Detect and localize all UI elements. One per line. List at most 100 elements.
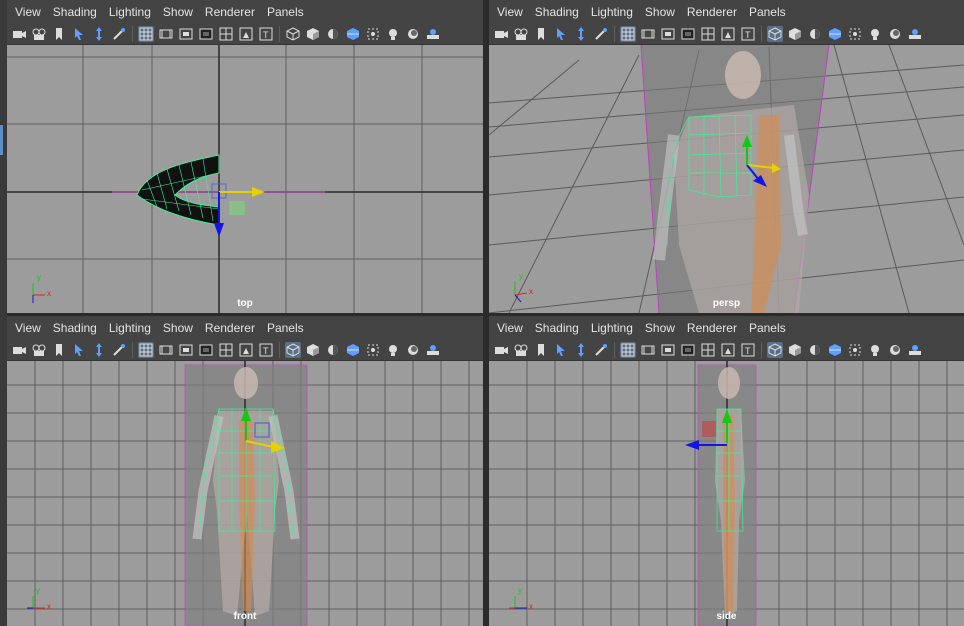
menu-view[interactable]: View	[9, 5, 47, 19]
safe-action-icon[interactable]	[720, 342, 736, 358]
ambient-occlusion-icon[interactable]	[405, 26, 421, 42]
wireframe-cube-icon[interactable]	[285, 341, 301, 358]
viewport-panel-side[interactable]: View Shading Lighting Show Renderer Pane…	[489, 316, 964, 626]
smooth-shade-icon[interactable]	[787, 26, 803, 42]
viewport-canvas[interactable]: y x side	[489, 361, 964, 626]
isolate-icon[interactable]	[425, 342, 441, 358]
move-tool-icon[interactable]	[573, 342, 589, 358]
pen-tool-icon[interactable]	[593, 26, 609, 42]
lighting-icon[interactable]	[867, 342, 883, 358]
grid-icon[interactable]	[138, 25, 154, 42]
wireframe-cube-icon[interactable]	[767, 341, 783, 358]
resolution-gate-icon[interactable]	[178, 26, 194, 42]
menu-show[interactable]: Show	[639, 5, 681, 19]
menu-lighting[interactable]: Lighting	[103, 5, 157, 19]
ambient-occlusion-icon[interactable]	[887, 342, 903, 358]
pen-tool-icon[interactable]	[111, 342, 127, 358]
ambient-occlusion-icon[interactable]	[887, 26, 903, 42]
select-tool-icon[interactable]	[71, 26, 87, 42]
film-gate-icon[interactable]	[158, 26, 174, 42]
menu-shading[interactable]: Shading	[47, 321, 103, 335]
isolate-icon[interactable]	[425, 26, 441, 42]
menu-shading[interactable]: Shading	[529, 321, 585, 335]
gate-mask-icon[interactable]	[680, 342, 696, 358]
camera-icon[interactable]	[493, 342, 509, 358]
grid-icon[interactable]	[620, 341, 636, 358]
menu-renderer[interactable]: Renderer	[681, 321, 743, 335]
move-tool-icon[interactable]	[91, 342, 107, 358]
move-manipulator[interactable]	[211, 183, 265, 237]
pen-tool-icon[interactable]	[111, 26, 127, 42]
film-camera-icon[interactable]	[513, 342, 529, 358]
shadow-icon[interactable]	[807, 26, 823, 42]
menu-shading[interactable]: Shading	[47, 5, 103, 19]
safe-action-icon[interactable]	[238, 26, 254, 42]
field-chart-icon[interactable]	[700, 26, 716, 42]
safe-title-icon[interactable]: T	[740, 26, 756, 42]
xray-icon[interactable]	[847, 342, 863, 358]
film-camera-icon[interactable]	[513, 26, 529, 42]
menu-panels[interactable]: Panels	[261, 5, 310, 19]
select-tool-icon[interactable]	[553, 342, 569, 358]
film-gate-icon[interactable]	[640, 342, 656, 358]
menu-lighting[interactable]: Lighting	[585, 321, 639, 335]
resolution-gate-icon[interactable]	[660, 342, 676, 358]
xray-icon[interactable]	[365, 342, 381, 358]
gate-mask-icon[interactable]	[680, 26, 696, 42]
resolution-gate-icon[interactable]	[660, 26, 676, 42]
wireframe-cube-icon[interactable]	[285, 26, 301, 42]
film-camera-icon[interactable]	[31, 26, 47, 42]
menu-show[interactable]: Show	[639, 321, 681, 335]
textured-icon[interactable]	[827, 26, 843, 42]
ambient-occlusion-icon[interactable]	[405, 342, 421, 358]
menu-renderer[interactable]: Renderer	[199, 5, 261, 19]
menu-panels[interactable]: Panels	[261, 321, 310, 335]
grid-icon[interactable]	[138, 341, 154, 358]
safe-title-icon[interactable]: T	[740, 342, 756, 358]
field-chart-icon[interactable]	[218, 342, 234, 358]
film-gate-icon[interactable]	[640, 26, 656, 42]
menu-lighting[interactable]: Lighting	[585, 5, 639, 19]
film-gate-icon[interactable]	[158, 342, 174, 358]
menu-shading[interactable]: Shading	[529, 5, 585, 19]
select-tool-icon[interactable]	[71, 342, 87, 358]
bookmark-icon[interactable]	[51, 26, 67, 42]
safe-title-icon[interactable]: T	[258, 26, 274, 42]
grid-icon[interactable]	[620, 25, 636, 42]
smooth-shade-icon[interactable]	[305, 342, 321, 358]
textured-icon[interactable]	[827, 342, 843, 358]
viewport-panel-front[interactable]: View Shading Lighting Show Renderer Pane…	[7, 316, 483, 626]
menu-show[interactable]: Show	[157, 5, 199, 19]
menu-panels[interactable]: Panels	[743, 5, 792, 19]
isolate-icon[interactable]	[907, 26, 923, 42]
lighting-icon[interactable]	[867, 26, 883, 42]
viewport-panel-persp[interactable]: View Shading Lighting Show Renderer Pane…	[489, 0, 964, 313]
bookmark-icon[interactable]	[533, 342, 549, 358]
wireframe-cube-icon[interactable]	[767, 25, 783, 42]
safe-action-icon[interactable]	[238, 342, 254, 358]
select-tool-icon[interactable]	[553, 26, 569, 42]
bookmark-icon[interactable]	[51, 342, 67, 358]
menu-show[interactable]: Show	[157, 321, 199, 335]
camera-icon[interactable]	[493, 26, 509, 42]
viewport-panel-top[interactable]: View Shading Lighting Show Renderer Pane…	[7, 0, 483, 313]
lighting-icon[interactable]	[385, 342, 401, 358]
field-chart-icon[interactable]	[218, 26, 234, 42]
bookmark-icon[interactable]	[533, 26, 549, 42]
pen-tool-icon[interactable]	[593, 342, 609, 358]
smooth-shade-icon[interactable]	[787, 342, 803, 358]
move-tool-icon[interactable]	[91, 26, 107, 42]
viewport-canvas[interactable]: y x top	[7, 45, 483, 313]
menu-renderer[interactable]: Renderer	[681, 5, 743, 19]
smooth-shade-icon[interactable]	[305, 26, 321, 42]
gate-mask-icon[interactable]	[198, 26, 214, 42]
textured-icon[interactable]	[345, 342, 361, 358]
gate-mask-icon[interactable]	[198, 342, 214, 358]
field-chart-icon[interactable]	[700, 342, 716, 358]
camera-icon[interactable]	[11, 342, 27, 358]
film-camera-icon[interactable]	[31, 342, 47, 358]
xray-icon[interactable]	[365, 26, 381, 42]
lighting-icon[interactable]	[385, 26, 401, 42]
safe-action-icon[interactable]	[720, 26, 736, 42]
viewport-canvas[interactable]: y x persp	[489, 45, 964, 313]
